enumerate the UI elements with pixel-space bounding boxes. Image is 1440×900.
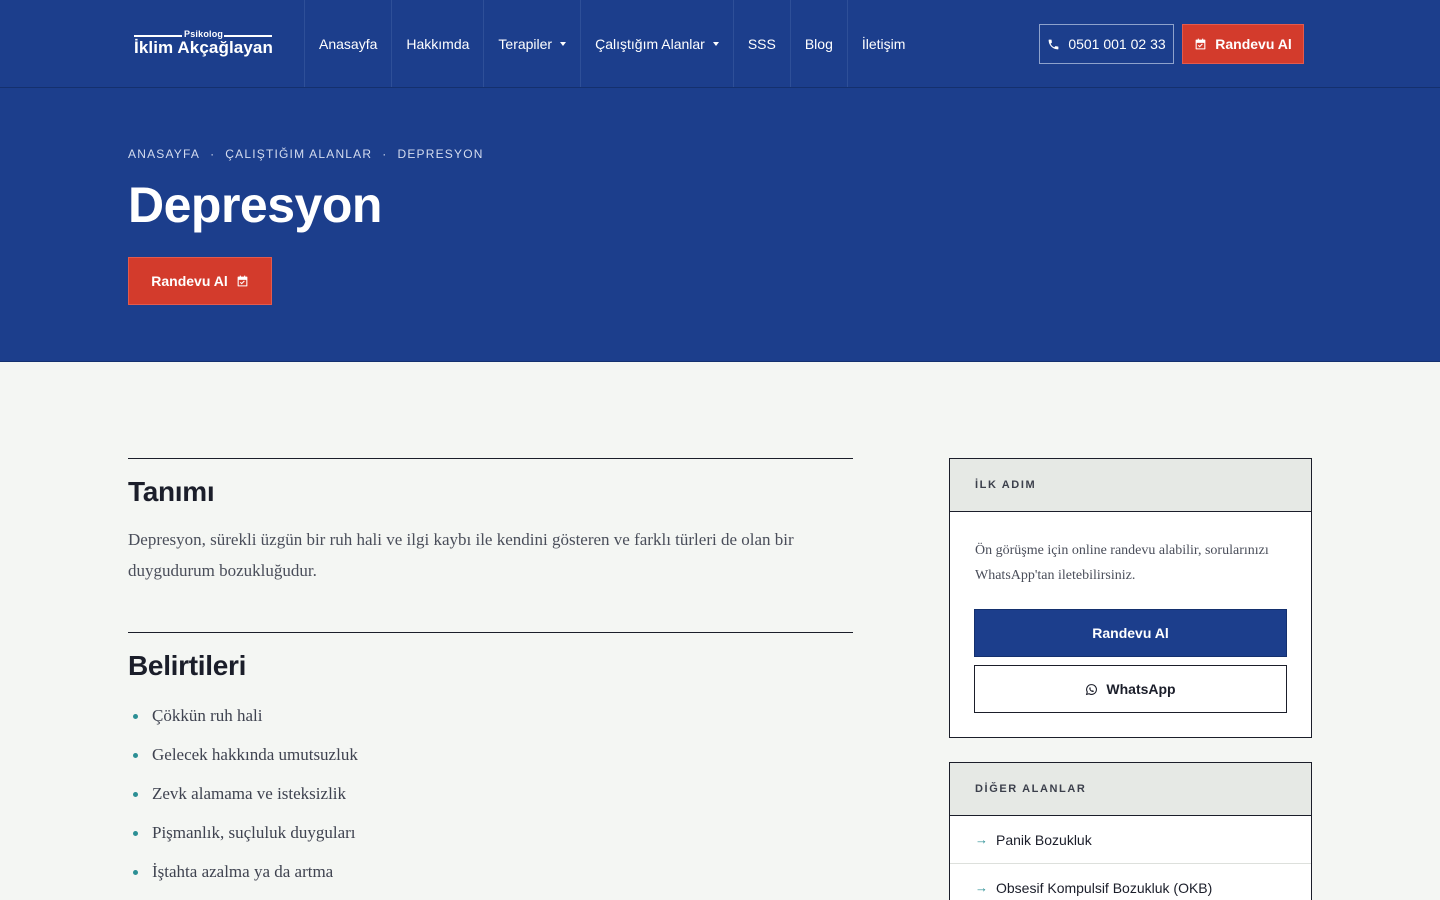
phone-icon (1048, 39, 1059, 49)
nav-item-calistigim-alanlar[interactable]: Çalıştığım Alanlar (580, 0, 733, 87)
area-link-panik-bozukluk[interactable]: → Panik Bozukluk (950, 816, 1311, 864)
phone-button[interactable]: 0501 001 02 33 (1039, 24, 1174, 64)
whatsapp-label: WhatsApp (1106, 681, 1176, 697)
definition-text: Depresyon, sürekli üzgün bir ruh hali ve… (128, 530, 794, 580)
nav-label: İletişim (861, 35, 906, 52)
nav-label: Terapiler (498, 35, 553, 52)
nav-item-anasayfa[interactable]: Anasayfa (304, 0, 391, 87)
arrow-right-icon: → (975, 832, 988, 847)
nav-label: Blog (804, 35, 833, 52)
bullet-dot-icon (133, 831, 138, 836)
page-title: Depresyon (128, 177, 382, 233)
main-nav: Anasayfa Hakkımda Terapiler Çalıştığım A… (304, 0, 919, 87)
list-item-text: Gelecek hakkında umutsuzluk (152, 745, 358, 764)
nav-item-hakkimda[interactable]: Hakkımda (391, 0, 483, 87)
definition-section: Tanımı Depresyon, sürekli üzgün bir ruh … (128, 458, 853, 586)
list-item-text: Çökkün ruh hali (152, 706, 263, 725)
symptoms-section: Belirtileri Çökkün ruh hali Gelecek hakk… (128, 632, 853, 897)
list-item: İştahta azalma ya da artma (128, 858, 853, 897)
nav-item-iletisim[interactable]: İletişim (846, 0, 920, 87)
calendar-check-icon (237, 275, 248, 287)
bullet-dot-icon (133, 870, 138, 875)
whatsapp-button[interactable]: WhatsApp (974, 665, 1287, 713)
chevron-down-icon (712, 41, 719, 46)
nav-label: Hakkımda (406, 35, 470, 52)
list-item: Çökkün ruh hali (128, 702, 853, 741)
breadcrumb-current: DEPRESYON (397, 147, 484, 161)
breadcrumb-home[interactable]: ANASAYFA (128, 147, 200, 161)
list-item-text: Zevk alamama ve isteksizlik (152, 784, 347, 803)
symptoms-list: Çökkün ruh hali Gelecek hakkında umutsuz… (128, 702, 853, 897)
bullet-dot-icon (133, 792, 138, 797)
breadcrumb-separator: · (210, 147, 216, 161)
area-link-okb[interactable]: → Obsesif Kompulsif Bozukluk (OKB) (950, 864, 1311, 900)
nav-label: SSS (747, 35, 776, 52)
list-item: Zevk alamama ve isteksizlik (128, 780, 853, 819)
breadcrumb-separator: · (382, 147, 388, 161)
sidebar-appointment-label: Randevu Al (1092, 625, 1169, 641)
breadcrumb-areas[interactable]: ÇALIŞTIĞIM ALANLAR (225, 147, 372, 161)
symptoms-title: Belirtileri (128, 650, 247, 681)
list-item-text: Pişmanlık, suçluluk duyguları (152, 823, 356, 842)
chevron-down-icon (560, 41, 567, 46)
nav-label: Anasayfa (319, 35, 378, 52)
area-link-label: Obsesif Kompulsif Bozukluk (OKB) (996, 879, 1213, 896)
nav-item-blog[interactable]: Blog (789, 0, 847, 87)
bullet-dot-icon (133, 714, 138, 719)
other-areas-heading: DİĞER ALANLAR (950, 763, 1311, 816)
calendar-check-icon (1195, 38, 1206, 50)
nav-label: Çalıştığım Alanlar (595, 35, 705, 52)
page-hero: ANASAYFA · ÇALIŞTIĞIM ALANLAR · DEPRESYO… (0, 88, 1440, 362)
first-step-text: Ön görüşme için online randevu alabilir,… (975, 543, 1269, 583)
list-item: Gelecek hakkında umutsuzluk (128, 741, 853, 780)
area-link-label: Panik Bozukluk (996, 831, 1092, 848)
phone-number: 0501 001 02 33 (1068, 36, 1166, 52)
bullet-dot-icon (133, 753, 138, 758)
list-item: Pişmanlık, suçluluk duyguları (128, 819, 853, 858)
breadcrumb: ANASAYFA · ÇALIŞTIĞIM ALANLAR · DEPRESYO… (128, 147, 484, 161)
first-step-heading: İLK ADIM (950, 459, 1311, 512)
nav-item-terapiler[interactable]: Terapiler (483, 0, 580, 87)
site-header: Psikolog İklim Akçağlayan Anasayfa Hakkı… (0, 0, 1440, 88)
header-appointment-label: Randevu Al (1215, 36, 1292, 52)
header-appointment-button[interactable]: Randevu Al (1182, 24, 1304, 64)
site-logo[interactable]: Psikolog İklim Akçağlayan (134, 29, 274, 61)
hero-appointment-button[interactable]: Randevu Al (128, 257, 272, 305)
definition-title: Tanımı (128, 476, 215, 507)
other-areas-card: DİĞER ALANLAR → Panik Bozukluk → Obsesif… (949, 762, 1312, 900)
first-step-card: İLK ADIM Ön görüşme için online randevu … (949, 458, 1312, 738)
whatsapp-icon (1086, 683, 1098, 695)
sidebar-appointment-button[interactable]: Randevu Al (974, 609, 1287, 657)
list-item-text: İştahta azalma ya da artma (152, 862, 334, 881)
nav-item-sss[interactable]: SSS (732, 0, 790, 87)
logo-name: İklim Akçağlayan (134, 38, 273, 57)
hero-appointment-label: Randevu Al (151, 273, 228, 289)
arrow-right-icon: → (975, 880, 988, 895)
